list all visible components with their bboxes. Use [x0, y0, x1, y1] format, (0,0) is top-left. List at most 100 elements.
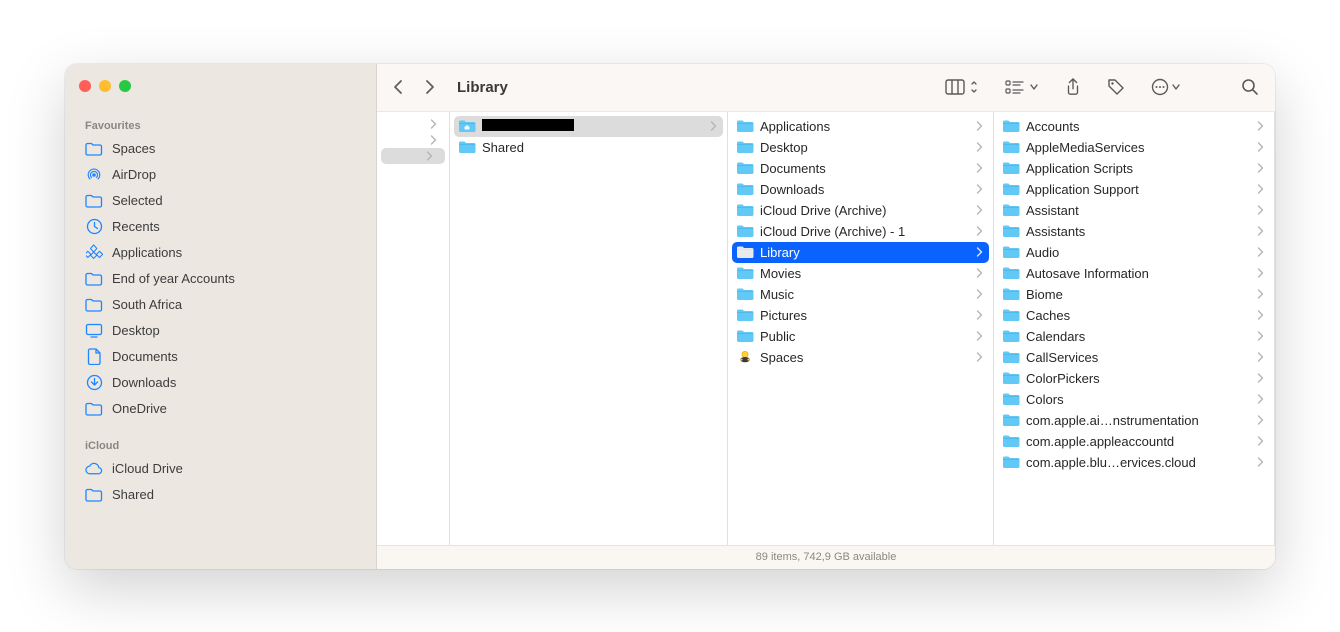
chevron-right-icon	[1257, 142, 1264, 152]
file-row[interactable]: Library	[732, 242, 989, 263]
file-row-label: Accounts	[1026, 119, 1251, 134]
sidebar-item[interactable]: OneDrive	[65, 396, 376, 422]
file-row-label: Application Support	[1026, 182, 1251, 197]
folder-icon	[1002, 245, 1020, 259]
chevron-right-icon	[1257, 394, 1264, 404]
app-grid-icon	[85, 245, 103, 261]
action-button[interactable]	[1151, 78, 1181, 96]
file-row[interactable]: Public	[728, 326, 993, 347]
file-row[interactable]: Assistant	[994, 200, 1274, 221]
folder-icon	[1002, 392, 1020, 406]
file-row[interactable]: iCloud Drive (Archive)	[728, 200, 993, 221]
sidebar-item[interactable]: Documents	[65, 344, 376, 370]
chevron-right-icon	[1257, 247, 1264, 257]
file-row[interactable]: Colors	[994, 389, 1274, 410]
file-row-label: com.apple.appleaccountd	[1026, 434, 1251, 449]
chevron-right-icon	[426, 151, 433, 161]
sidebar-item[interactable]: South Africa	[65, 292, 376, 318]
file-row[interactable]: Audio	[994, 242, 1274, 263]
column-0[interactable]	[377, 112, 450, 545]
sidebar-item[interactable]: iCloud Drive	[65, 456, 376, 482]
chevron-right-icon	[1257, 184, 1264, 194]
sidebar-item[interactable]: AirDrop	[65, 162, 376, 188]
column-2[interactable]: Applications Desktop DocumentsDownloads iCl…	[728, 112, 994, 545]
file-row[interactable]: ColorPickers	[994, 368, 1274, 389]
file-row[interactable]: Documents	[728, 158, 993, 179]
file-row[interactable]: Music	[728, 284, 993, 305]
file-row-label: Biome	[1026, 287, 1251, 302]
sidebar-item-label: End of year Accounts	[112, 271, 235, 286]
file-row[interactable]: Shared	[450, 137, 727, 158]
sidebar-item-label: Documents	[112, 349, 178, 364]
file-row[interactable]: Caches	[994, 305, 1274, 326]
clock-icon	[85, 219, 103, 235]
folder-icon	[736, 140, 754, 154]
minimize-window-button[interactable]	[99, 80, 111, 92]
traffic-lights	[65, 80, 376, 92]
sidebar-item[interactable]: Recents	[65, 214, 376, 240]
file-row-label: iCloud Drive (Archive)	[760, 203, 970, 218]
file-row[interactable]	[381, 148, 445, 164]
chevron-right-icon	[976, 184, 983, 194]
file-row-label: iCloud Drive (Archive) - 1	[760, 224, 970, 239]
file-row[interactable]: Downloads	[728, 179, 993, 200]
column-1[interactable]: Shared	[450, 112, 728, 545]
sidebar-item-label: Selected	[112, 193, 163, 208]
file-row[interactable]: Application Support	[994, 179, 1274, 200]
status-text: 89 items, 742,9 GB available	[756, 551, 897, 563]
sidebar-item[interactable]: Spaces	[65, 136, 376, 162]
file-row[interactable]: Movies	[728, 263, 993, 284]
sidebar-item[interactable]: Applications	[65, 240, 376, 266]
fullscreen-window-button[interactable]	[119, 80, 131, 92]
file-row-label: Applications	[760, 119, 970, 134]
column-3[interactable]: Accounts AppleMediaServicesApplication Sc…	[994, 112, 1275, 545]
file-row[interactable]: Biome	[994, 284, 1274, 305]
file-row[interactable]: com.apple.ai…nstrumentation	[994, 410, 1274, 431]
nav-forward-button[interactable]	[424, 79, 435, 95]
file-row[interactable]: com.apple.appleaccountd	[994, 431, 1274, 452]
file-row-label: Desktop	[760, 140, 970, 155]
tags-button[interactable]	[1107, 78, 1125, 96]
folder-icon	[85, 487, 103, 503]
sidebar-item[interactable]: Desktop	[65, 318, 376, 344]
sidebar: Favourites SpacesAirDropSelectedRecentsA…	[65, 64, 377, 569]
file-row-label: Caches	[1026, 308, 1251, 323]
sidebar-item-label: Shared	[112, 487, 154, 502]
file-row[interactable]	[377, 116, 449, 132]
file-row[interactable]: Autosave Information	[994, 263, 1274, 284]
nav-back-button[interactable]	[393, 79, 404, 95]
chevron-right-icon	[1257, 373, 1264, 383]
finder-window: Favourites SpacesAirDropSelectedRecentsA…	[65, 64, 1275, 569]
close-window-button[interactable]	[79, 80, 91, 92]
file-row[interactable]	[377, 132, 449, 148]
file-row[interactable]: AppleMediaServices	[994, 137, 1274, 158]
toolbar: Library	[377, 64, 1275, 112]
folder-icon	[736, 161, 754, 175]
airdrop-icon	[85, 167, 103, 183]
file-row[interactable]: com.apple.blu…ervices.cloud	[994, 452, 1274, 473]
sidebar-item[interactable]: Downloads	[65, 370, 376, 396]
file-row[interactable]: Accounts	[994, 116, 1274, 137]
folder-icon	[736, 329, 754, 343]
folder-icon	[85, 193, 103, 209]
file-row[interactable]	[454, 116, 723, 137]
file-row[interactable]: CallServices	[994, 347, 1274, 368]
file-row[interactable]: Assistants	[994, 221, 1274, 242]
group-by-button[interactable]	[1005, 79, 1039, 95]
chevron-right-icon	[1257, 163, 1264, 173]
sidebar-item[interactable]: Selected	[65, 188, 376, 214]
sidebar-item[interactable]: Shared	[65, 482, 376, 508]
file-row[interactable]: iCloud Drive (Archive) - 1	[728, 221, 993, 242]
status-bar: 89 items, 742,9 GB available	[377, 545, 1275, 569]
share-button[interactable]	[1065, 78, 1081, 96]
view-mode-button[interactable]	[945, 79, 979, 95]
file-row[interactable]: Pictures	[728, 305, 993, 326]
file-row[interactable]: Calendars	[994, 326, 1274, 347]
file-row[interactable]: Desktop	[728, 137, 993, 158]
file-row[interactable]: Applications	[728, 116, 993, 137]
file-row[interactable]: Spaces	[728, 347, 993, 368]
file-row[interactable]: Application Scripts	[994, 158, 1274, 179]
search-button[interactable]	[1241, 78, 1259, 96]
sidebar-item[interactable]: End of year Accounts	[65, 266, 376, 292]
folder-icon	[458, 140, 476, 154]
